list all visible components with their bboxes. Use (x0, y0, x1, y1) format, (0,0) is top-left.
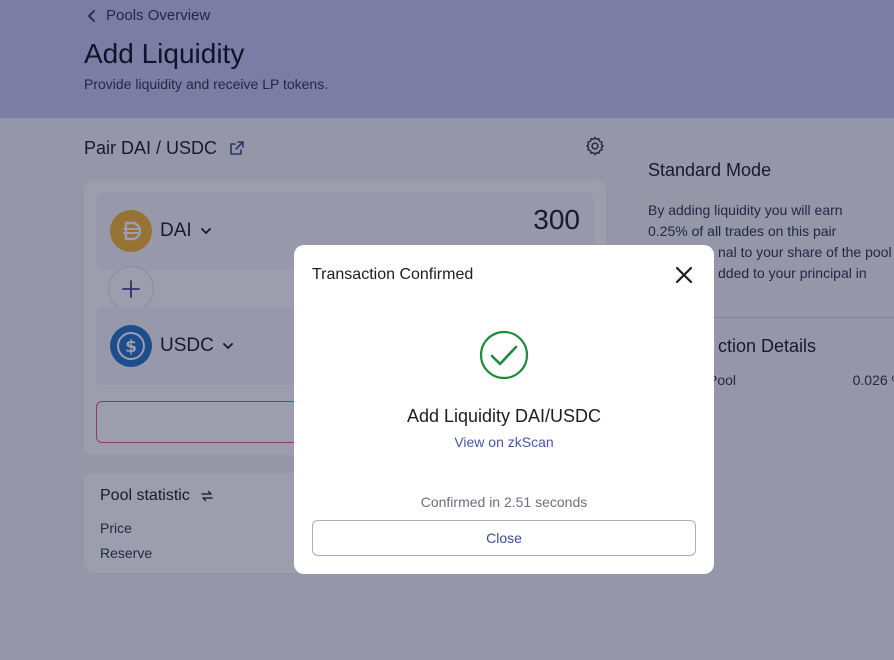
transaction-confirmed-modal: Transaction Confirmed Add Liquidity DAI/… (294, 245, 714, 574)
modal-title: Transaction Confirmed (312, 266, 474, 283)
confirmation-time: Confirmed in 2.51 seconds (420, 494, 588, 510)
close-button[interactable]: Close (312, 520, 696, 556)
modal-heading: Add Liquidity DAI/USDC (406, 406, 602, 426)
check-circle-icon (479, 330, 529, 380)
close-icon[interactable] (674, 265, 694, 285)
view-on-zkscan-link[interactable]: View on zkScan (294, 434, 714, 450)
